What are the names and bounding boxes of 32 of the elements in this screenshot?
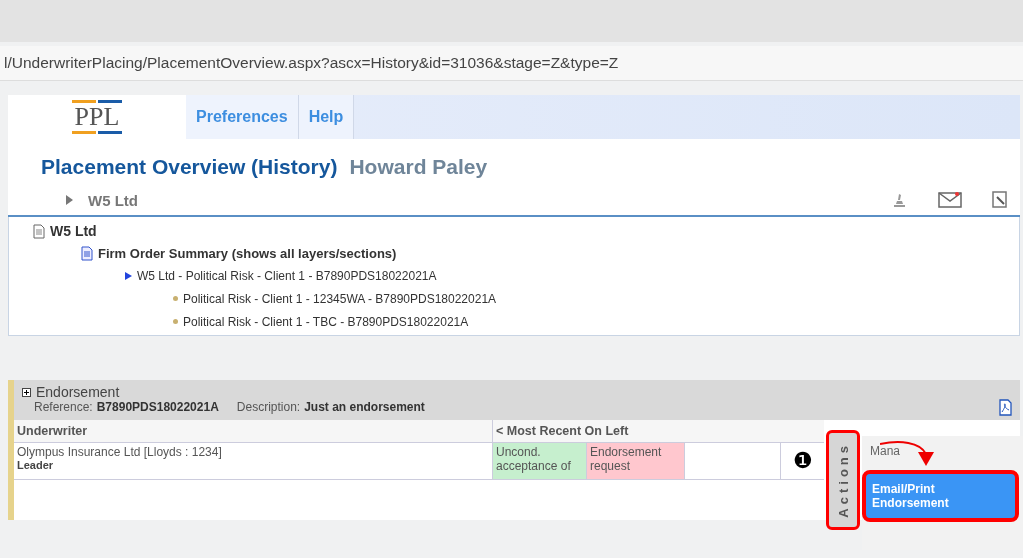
tree-item[interactable]: W5 Ltd - Political Risk - Client 1 - B7890PDS18022021A [137, 269, 437, 283]
callout-number: ❶ [792, 448, 813, 474]
expand-icon[interactable] [125, 272, 132, 280]
mail-icon[interactable] [938, 191, 962, 209]
ppl-logo[interactable]: PPL [8, 95, 186, 139]
reference-value: B7890PDS18022021A [96, 400, 219, 414]
actions-tab[interactable]: Actions [826, 430, 860, 530]
page-title: Placement Overview (History) [41, 155, 338, 179]
expand-icon[interactable] [22, 387, 31, 397]
user-name: Howard Paley [349, 155, 488, 179]
description-value: Just an endorsement [304, 400, 425, 414]
status-cell: Endorsement request [586, 443, 684, 480]
tree-item[interactable]: W5 Ltd [50, 223, 97, 239]
note-icon[interactable] [992, 191, 1008, 209]
underwriter-role: Leader [17, 459, 55, 471]
document-icon [81, 245, 93, 261]
underwriter-name: Olympus Insurance Ltd [Lloyds : 1234] [17, 445, 223, 459]
tree-item[interactable]: Political Risk - Client 1 - TBC - B7890PDS18022021A [183, 314, 469, 329]
description-label: Description: [236, 400, 301, 414]
column-header: Underwriter [14, 420, 492, 443]
column-header: < Most Recent On Left [492, 420, 824, 443]
client-name[interactable]: W5 Ltd [88, 191, 138, 209]
bullet-icon [173, 319, 178, 324]
document-icon [33, 223, 45, 239]
pdf-icon[interactable] [999, 399, 1012, 416]
menu-heading: Mana [869, 443, 902, 460]
tree-item[interactable]: Firm Order Summary (shows all layers/sections) [98, 245, 397, 261]
tree-item[interactable]: Political Risk - Client 1 - 12345WA - B7890PDS18022021A [183, 291, 497, 306]
section-title: Endorsement [36, 384, 120, 400]
reference-label: Reference: [34, 400, 93, 414]
bullet-icon [173, 296, 178, 301]
status-cell: Uncond. acceptance of [492, 443, 586, 480]
